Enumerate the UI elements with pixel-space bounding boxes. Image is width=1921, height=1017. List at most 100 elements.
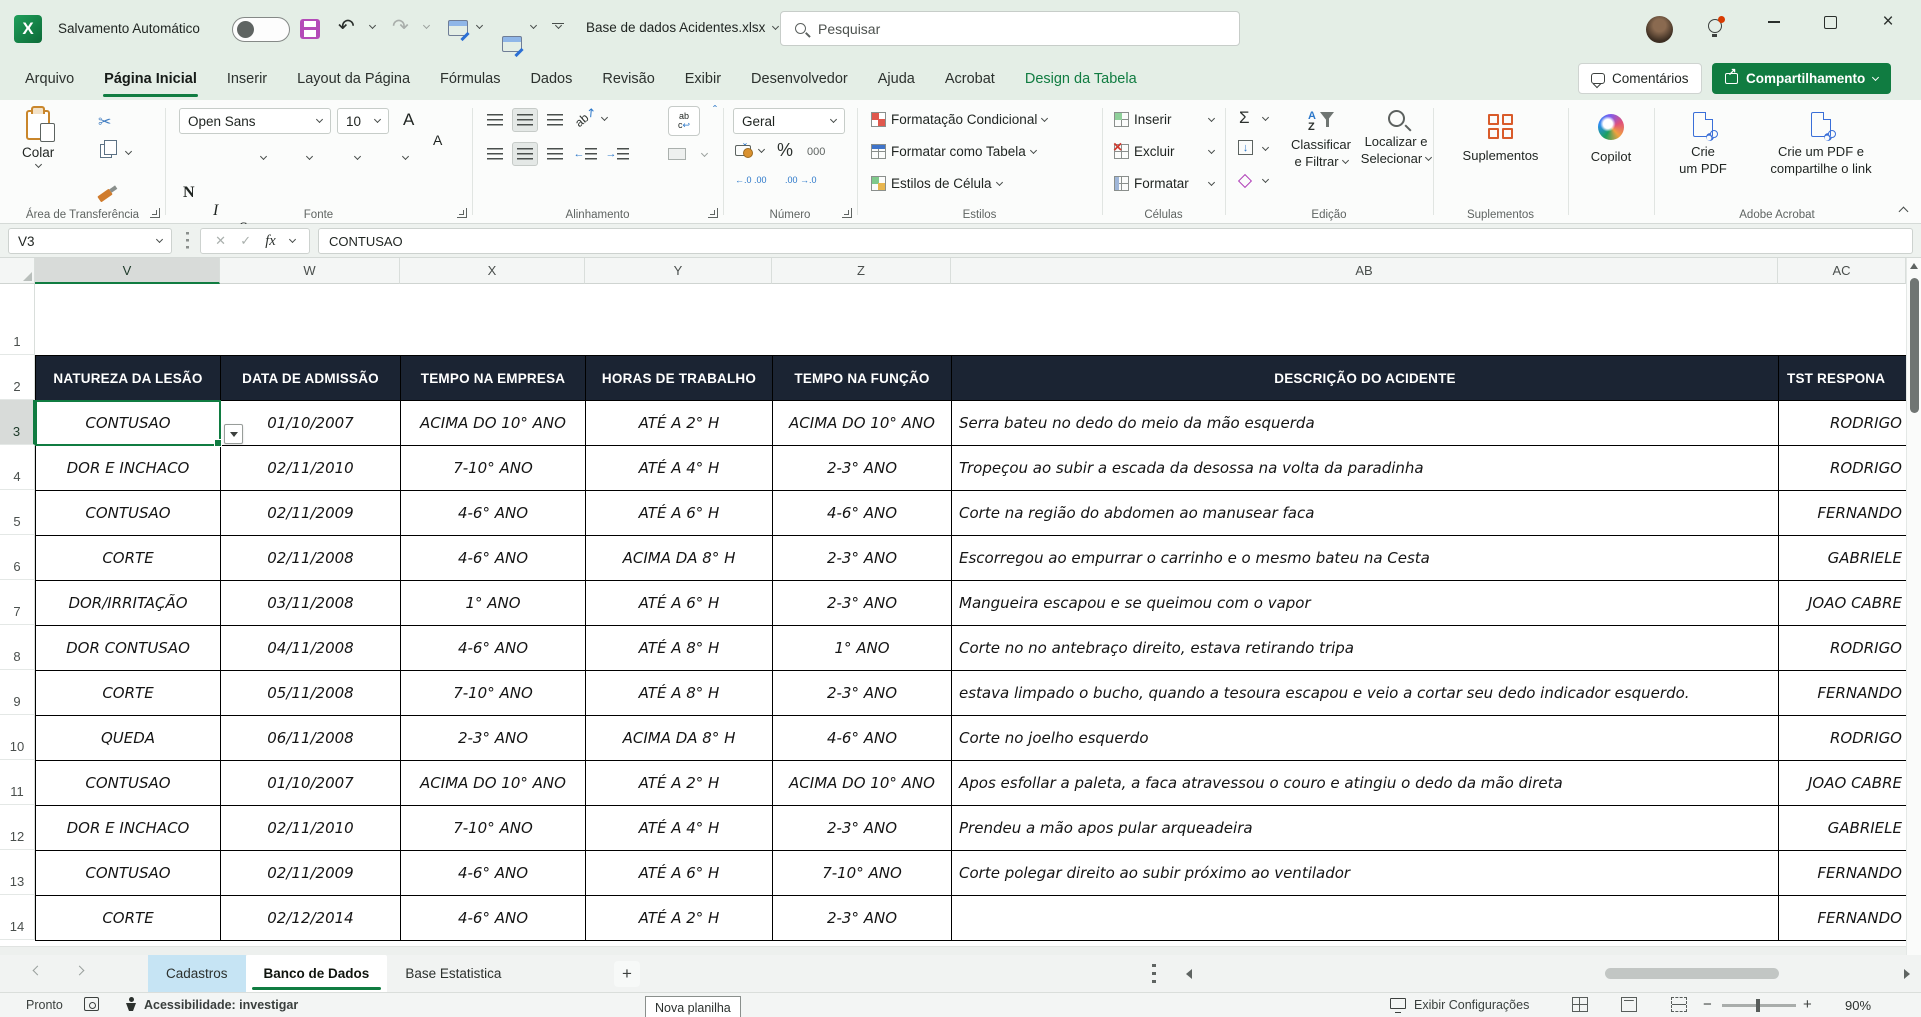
table-cell[interactable]: DOR E INCHACO [36, 446, 221, 491]
table-cell[interactable]: Tropeçou ao subir a escada da desossa na… [952, 446, 1779, 491]
autosum-dropdown-icon[interactable] [1262, 114, 1269, 121]
table-cell[interactable]: 4-6° ANO [401, 626, 586, 671]
decrease-decimal-icon[interactable]: .00 →.0 [785, 176, 817, 185]
row-header-12[interactable]: 12 [0, 805, 35, 850]
orientation-dropdown-icon[interactable] [601, 114, 608, 121]
copy-icon[interactable] [100, 144, 112, 158]
table-cell[interactable]: 06/11/2008 [221, 716, 401, 761]
table-cell[interactable]: 7-10° ANO [401, 446, 586, 491]
number-format-select[interactable]: Geral [733, 108, 845, 134]
row-header-8[interactable]: 8 [0, 625, 35, 670]
row-header-2[interactable]: 2 [0, 355, 35, 400]
table-cell[interactable]: 4-6° ANO [773, 716, 952, 761]
table-cell[interactable]: FERNANDO [1779, 851, 1907, 896]
row-header-1[interactable]: 1 [0, 284, 35, 355]
table-cell[interactable]: CONTUSAO [36, 851, 221, 896]
table-cell[interactable]: FERNANDO [1779, 491, 1907, 536]
column-header-w[interactable]: W [220, 258, 400, 284]
column-header-x[interactable]: X [400, 258, 585, 284]
table-cell[interactable]: 4-6° ANO [401, 851, 586, 896]
share-button[interactable]: Compartilhamento [1712, 63, 1891, 94]
scroll-up-icon[interactable] [1910, 263, 1918, 269]
table-cell[interactable]: ACIMA DO 10° ANO [401, 761, 586, 806]
table-cell[interactable]: CONTUSAO [36, 491, 221, 536]
macro-record-icon[interactable] [84, 997, 99, 1011]
column-header-ab[interactable]: AB [951, 258, 1778, 284]
table-cell[interactable]: RODRIGO [1779, 626, 1907, 671]
align-top-button[interactable] [482, 108, 508, 132]
table-cell[interactable]: JOAO CABRE [1779, 581, 1907, 626]
percent-style-button[interactable]: % [777, 140, 793, 161]
clear-dropdown-icon[interactable] [1262, 176, 1269, 183]
tab-dados[interactable]: Dados [515, 58, 587, 100]
formula-input[interactable]: CONTUSAO [318, 228, 1913, 254]
borders-dropdown-icon[interactable] [306, 153, 313, 160]
data-validation-dropdown-button[interactable] [224, 424, 243, 444]
table-cell[interactable]: Serra bateu no dedo do meio da mão esque… [952, 401, 1779, 446]
document-title[interactable]: Base de dados Acidentes.xlsx [586, 20, 778, 35]
table-cell[interactable]: RODRIGO [1779, 716, 1907, 761]
orientation-icon[interactable]: ab↗ [572, 104, 599, 130]
tab-p-gina-inicial[interactable]: Página Inicial [89, 58, 212, 100]
comments-button[interactable]: Comentários [1578, 63, 1702, 94]
table-cell[interactable] [952, 896, 1779, 941]
table-cell[interactable]: 4-6° ANO [401, 536, 586, 581]
enter-icon[interactable]: ✓ [240, 233, 251, 249]
fill-dropdown-icon[interactable] [1262, 144, 1269, 151]
table-cell[interactable]: 2-3° ANO [773, 671, 952, 716]
sort-filter-button[interactable]: AZ Classificar e Filtrar [1283, 110, 1359, 170]
tab-layout-da-p-gina[interactable]: Layout da Página [282, 58, 425, 100]
redo-dropdown-icon[interactable] [423, 22, 430, 29]
table-cell[interactable]: RODRIGO [1779, 446, 1907, 491]
table-cell[interactable]: 4-6° ANO [401, 491, 586, 536]
paste-button[interactable]: Colar [22, 110, 54, 167]
table-cell[interactable]: 1° ANO [401, 581, 586, 626]
tab-revis-o[interactable]: Revisão [587, 58, 669, 100]
create-share-pdf-button[interactable]: Crie um PDF e compartilhe o link [1746, 112, 1896, 177]
table-cell[interactable]: CORTE [36, 671, 221, 716]
table-cell[interactable]: ACIMA DO 10° ANO [401, 401, 586, 446]
create-pdf-button[interactable]: Crie um PDF [1664, 112, 1742, 177]
align-middle-button[interactable] [512, 108, 538, 132]
horizontal-scroll-thumb[interactable] [1605, 968, 1779, 979]
format-painter-icon[interactable] [97, 189, 112, 203]
select-all-corner[interactable] [0, 258, 35, 284]
wrap-text-button[interactable]: ab c↩ [668, 106, 700, 136]
zoom-in-button[interactable]: + [1803, 996, 1812, 1013]
table-cell[interactable]: GABRIELE [1779, 536, 1907, 581]
number-dialog-launcher-icon[interactable] [842, 208, 852, 218]
find-select-button[interactable]: Localizar e Selecionar [1359, 110, 1433, 167]
table-cell[interactable]: CORTE [36, 896, 221, 941]
autosum-button[interactable]: Σ [1239, 108, 1250, 128]
table-cell[interactable]: ATÉ A 2° H [586, 401, 773, 446]
insert-function-icon[interactable]: fx [265, 233, 275, 250]
column-header-y[interactable]: Y [585, 258, 772, 284]
page-layout-view-icon[interactable] [1621, 997, 1637, 1012]
table-style-icon[interactable] [502, 36, 522, 52]
page-break-view-icon[interactable] [1671, 997, 1687, 1012]
fill-down-icon[interactable]: ↓ [1238, 140, 1253, 155]
table-cell[interactable]: ATÉ A 2° H [586, 761, 773, 806]
copilot-button[interactable]: Copilot [1568, 114, 1654, 165]
table-cell[interactable]: Prendeu a mão apos pular arqueadeira [952, 806, 1779, 851]
row-header-10[interactable]: 10 [0, 715, 35, 760]
table-cell[interactable]: 2-3° ANO [773, 536, 952, 581]
accessibility-status[interactable]: Acessibilidade: investigar [144, 998, 298, 1012]
column-header-v[interactable]: V [35, 258, 220, 284]
table-cell[interactable]: CONTUSAO [36, 401, 221, 446]
delete-cells-button[interactable]: Excluir [1114, 144, 1214, 159]
table-cell[interactable]: 2-3° ANO [773, 806, 952, 851]
column-header-ac[interactable]: AC [1778, 258, 1906, 284]
clipboard-dialog-launcher-icon[interactable] [150, 208, 160, 218]
excel-logo-icon[interactable]: X [14, 15, 42, 43]
table-cell[interactable]: ATÉ A 4° H [586, 446, 773, 491]
zoom-slider-thumb[interactable] [1756, 999, 1760, 1012]
normal-view-icon[interactable] [1572, 997, 1588, 1012]
quick-access-more-icon[interactable] [552, 23, 564, 28]
addins-button[interactable]: Suplementos [1433, 114, 1568, 164]
conditional-formatting-button[interactable]: Formatação Condicional [871, 112, 1047, 127]
table-cell[interactable]: 05/11/2008 [221, 671, 401, 716]
table-cell[interactable]: 2-3° ANO [773, 896, 952, 941]
font-dialog-launcher-icon[interactable] [457, 208, 467, 218]
sheet-tab-base-estatistica[interactable]: Base Estatistica [387, 955, 519, 992]
